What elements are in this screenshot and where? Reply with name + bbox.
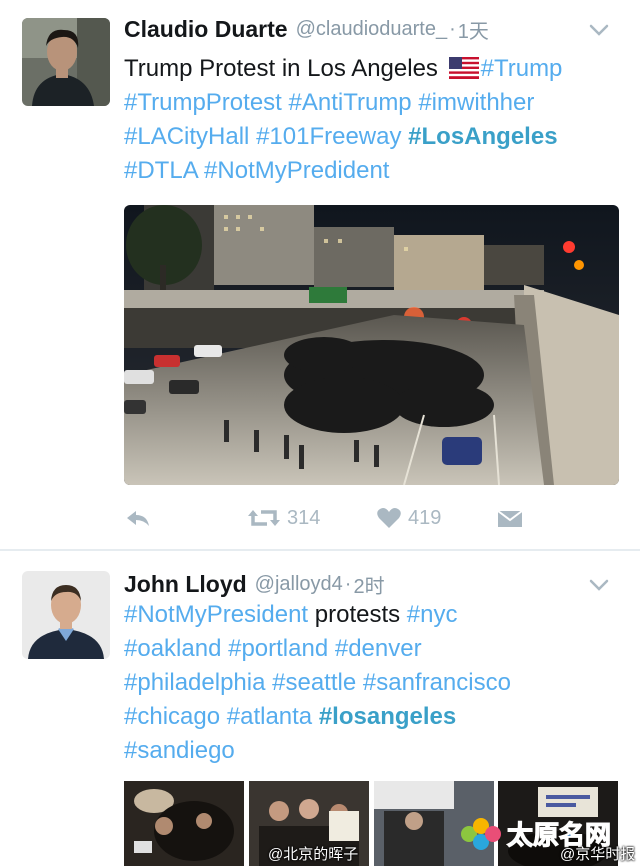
timestamp[interactable]: 1天 <box>458 15 489 44</box>
hashtag-link[interactable]: #TrumpProtest <box>124 89 282 116</box>
tweet-photo[interactable] <box>124 205 619 485</box>
retweet-button[interactable]: 314 <box>247 500 320 536</box>
separator-dot: · <box>344 572 352 595</box>
hashtag-link[interactable]: #Trump <box>481 55 563 82</box>
hashtag-link[interactable]: #philadelphia <box>124 669 265 696</box>
tweet-line: #chicago #atlanta #losangeles <box>124 700 620 734</box>
hashtag-link-highlighted[interactable]: #losangeles <box>319 703 456 730</box>
hashtag-link[interactable]: #atlanta <box>227 703 312 730</box>
tweet-plain-text: Trump Protest in Los Angeles <box>124 55 438 82</box>
tweet-plain-text: protests <box>314 601 401 628</box>
like-button[interactable]: 419 <box>376 500 441 536</box>
display-name[interactable]: Claudio Duarte <box>124 16 288 43</box>
tweet-line: #philadelphia #seattle #sanfrancisco <box>124 666 620 700</box>
hashtag-link[interactable]: #NotMyPresident <box>124 601 308 628</box>
heart-icon <box>376 506 402 530</box>
tweet-line: #TrumpProtest #AntiTrump #imwithher <box>124 86 620 120</box>
user-handle[interactable]: @jalloyd4 <box>255 573 343 596</box>
retweet-count: 314 <box>287 506 321 529</box>
us-flag-icon <box>448 55 479 79</box>
hashtag-link-highlighted[interactable]: #LosAngeles <box>408 123 557 150</box>
tweet-line: #NotMyPresident protests #nyc <box>124 598 620 632</box>
tweet-text: #NotMyPresident protests #nyc #oakland #… <box>124 598 620 768</box>
direct-message-button[interactable] <box>496 500 524 536</box>
hashtag-link[interactable]: #NotMyPredident <box>204 157 389 184</box>
timestamp[interactable]: 2时 <box>353 570 384 599</box>
watermark-text: @北京的晖子 <box>268 846 359 863</box>
hashtag-link[interactable]: #sandiego <box>124 737 235 764</box>
hashtag-link[interactable]: #nyc <box>407 601 458 628</box>
like-count: 419 <box>408 506 442 529</box>
hashtag-link[interactable]: #DTLA <box>124 157 197 184</box>
hashtag-link[interactable]: #LACityHall <box>124 123 249 150</box>
chevron-down-icon[interactable] <box>588 19 610 41</box>
retweet-icon <box>247 506 281 530</box>
hashtag-link[interactable]: #oakland <box>124 635 221 662</box>
hashtag-link[interactable]: #AntiTrump <box>289 89 412 116</box>
hashtag-link[interactable]: #sanfrancisco <box>363 669 511 696</box>
tweet-header: Claudio Duarte @claudioduarte_ · 1天 <box>124 11 628 47</box>
tweet-actions: 314 419 <box>124 500 620 536</box>
tweet-line: Trump Protest in Los Angeles #Trump <box>124 52 620 86</box>
hashtag-link[interactable]: #portland <box>228 635 328 662</box>
tweet-line: #sandiego <box>124 734 620 768</box>
tweet-1[interactable]: Claudio Duarte @claudioduarte_ · 1天 Trum… <box>0 0 640 549</box>
watermark-text: @京华时报 <box>560 846 636 863</box>
tweet-line: #oakland #portland #denver <box>124 632 620 666</box>
hashtag-link[interactable]: #chicago <box>124 703 220 730</box>
hashtag-link[interactable]: #seattle <box>272 669 356 696</box>
display-name[interactable]: John Lloyd <box>124 571 247 598</box>
reply-button[interactable] <box>124 500 152 536</box>
reply-icon <box>124 507 152 529</box>
tweet-header: John Lloyd @jalloyd4 · 2时 <box>124 566 628 602</box>
user-avatar[interactable] <box>22 18 110 106</box>
envelope-icon <box>496 507 524 529</box>
hashtag-link[interactable]: #101Freeway <box>256 123 401 150</box>
chevron-down-icon[interactable] <box>588 574 610 596</box>
user-avatar[interactable] <box>22 571 110 659</box>
hashtag-link[interactable]: #imwithher <box>418 89 534 116</box>
tweet-text: Trump Protest in Los Angeles #Trump #Tru… <box>124 52 620 188</box>
user-handle[interactable]: @claudioduarte_ <box>296 18 448 41</box>
separator-dot: · <box>449 17 456 40</box>
tweet-line: #LACityHall #101Freeway #LosAngeles <box>124 120 620 154</box>
photo-thumbnail[interactable] <box>124 781 245 866</box>
hashtag-link[interactable]: #denver <box>335 635 422 662</box>
tweet-line: #DTLA #NotMyPredident <box>124 154 620 188</box>
